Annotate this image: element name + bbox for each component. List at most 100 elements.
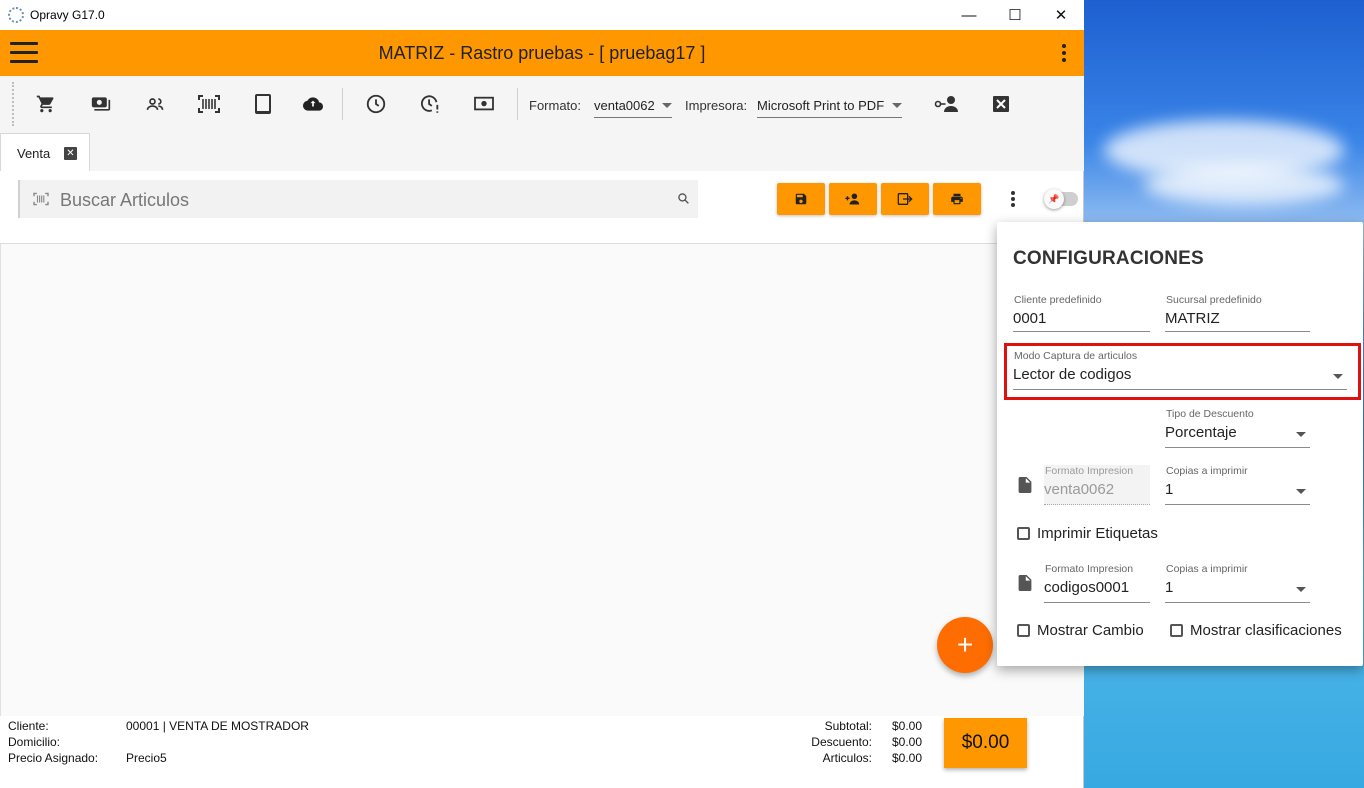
document-icon <box>1018 575 1032 591</box>
more-options-icon[interactable] <box>1011 191 1017 209</box>
mostrar-clasificaciones-checkbox[interactable]: Mostrar clasificaciones <box>1170 622 1342 639</box>
pin-toggle[interactable]: 📌 <box>1044 189 1078 209</box>
app-more-options-icon[interactable] <box>1062 44 1068 65</box>
impresora-label: Impresora: <box>685 98 748 113</box>
print-button[interactable] <box>933 183 981 215</box>
barcode-icon <box>32 192 50 211</box>
search-bar <box>18 180 698 218</box>
tab-label: Venta <box>17 146 51 161</box>
app-bar-title: MATRIZ - Rastro pruebas - [ pruebag17 ] <box>378 43 706 63</box>
checkbox-box <box>1017 624 1030 637</box>
exit-button[interactable] <box>881 183 929 215</box>
descuento-value: $0.00 <box>892 735 923 749</box>
payments-icon[interactable] <box>88 92 114 116</box>
descuento-label: Descuento: <box>811 735 872 749</box>
user-key-icon[interactable] <box>934 92 960 116</box>
formato-select[interactable]: venta0062 <box>594 96 672 118</box>
add-item-fab[interactable]: + <box>937 617 993 673</box>
field-value: MATRIZ <box>1165 310 1220 327</box>
field-label: Formato Impresion <box>1045 465 1134 477</box>
toolbar-separator <box>517 88 518 120</box>
print-icon <box>951 193 963 205</box>
money-icon[interactable] <box>471 92 497 116</box>
main-toolbar: Formato: venta0062 Impresora: Microsoft … <box>0 76 1084 133</box>
mostrar-cambio-checkbox[interactable]: Mostrar Cambio <box>1017 622 1144 639</box>
add-user-icon <box>845 193 860 205</box>
title-bar: Opravy G17.0 — ☐ ✕ <box>0 0 1084 30</box>
toolbar-separator <box>342 88 343 120</box>
total-button[interactable]: $0.00 <box>944 718 1027 768</box>
config-panel: CONFIGURACIONES Cliente predefinido 0001… <box>997 222 1363 666</box>
articulos-value: $0.00 <box>892 751 923 765</box>
imprimir-etiquetas-checkbox[interactable]: Imprimir Etiquetas <box>1017 525 1158 542</box>
checkbox-label: Mostrar Cambio <box>1037 622 1144 639</box>
exit-icon <box>897 193 913 205</box>
precio-value: Precio5 <box>126 751 167 765</box>
save-button[interactable] <box>777 183 825 215</box>
clock-icon[interactable] <box>363 92 389 116</box>
close-window-button[interactable]: ✕ <box>1038 0 1084 30</box>
highlight-box <box>1004 343 1361 400</box>
formato-impresion-field: Formato Impresion venta0062 <box>1044 465 1150 505</box>
tipo-descuento-select[interactable]: Tipo de Descuento Porcentaje <box>1165 408 1310 448</box>
impresora-select[interactable]: Microsoft Print to PDF <box>757 96 902 118</box>
copias-imprimir-select[interactable]: Copias a imprimir 1 <box>1165 465 1310 505</box>
shopping-cart-icon[interactable] <box>33 92 59 116</box>
pin-icon: 📌 <box>1044 189 1064 209</box>
close-tab-icon[interactable]: ✕ <box>64 147 77 160</box>
document-icon <box>1018 477 1032 493</box>
minimize-button[interactable]: — <box>946 0 992 30</box>
field-value: 1 <box>1165 481 1174 498</box>
cliente-value: 00001 | VENTA DE MOSTRADOR <box>126 719 309 733</box>
field-value: 1 <box>1165 579 1174 596</box>
sale-footer: Cliente: 00001 | VENTA DE MOSTRADOR Domi… <box>0 716 1034 788</box>
field-label: Sucursal predefinido <box>1166 294 1262 306</box>
maximize-button[interactable]: ☐ <box>992 0 1038 30</box>
items-list-area <box>0 244 1084 716</box>
chevron-down-icon <box>1296 432 1306 437</box>
chevron-down-icon <box>1296 489 1306 494</box>
formato-select-value: venta0062 <box>594 98 655 113</box>
people-icon[interactable] <box>142 92 168 116</box>
field-label: Cliente predefinido <box>1014 294 1102 306</box>
field-label: Copias a imprimir <box>1166 465 1248 477</box>
subtotal-label: Subtotal: <box>824 719 872 733</box>
domicilio-label: Domicilio: <box>8 735 61 749</box>
checkbox-label: Mostrar clasificaciones <box>1190 622 1342 639</box>
field-label: Tipo de Descuento <box>1166 408 1254 420</box>
checkbox-box <box>1017 527 1030 540</box>
formato-label: Formato: <box>529 98 582 113</box>
chevron-down-icon <box>892 103 902 108</box>
sucursal-predefinido-field[interactable]: Sucursal predefinido MATRIZ <box>1165 294 1310 332</box>
cliente-label: Cliente: <box>8 719 49 733</box>
app-window: Opravy G17.0 — ☐ ✕ MATRIZ - Rastro prueb… <box>0 0 1084 788</box>
impresora-select-value: Microsoft Print to PDF <box>757 98 885 113</box>
search-input[interactable] <box>60 188 660 212</box>
toolbar-grip[interactable] <box>12 82 14 126</box>
cliente-predefinido-field[interactable]: Cliente predefinido 0001 <box>1013 294 1150 332</box>
tablet-icon[interactable] <box>250 92 276 116</box>
field-label: Formato Impresion <box>1045 563 1134 575</box>
subtotal-value: $0.00 <box>892 719 923 733</box>
formato-etiquetas-field[interactable]: Formato Impresion codigos0001 <box>1044 563 1150 603</box>
barcode-scan-icon[interactable] <box>196 92 222 116</box>
tab-bar: Venta ✕ <box>0 133 1084 171</box>
tab-venta[interactable]: Venta ✕ <box>0 133 90 171</box>
articulos-label: Articulos: <box>822 751 872 765</box>
field-label: Copias a imprimir <box>1166 563 1248 575</box>
wallpaper-cloud <box>1144 165 1344 205</box>
cloud-sync-icon[interactable] <box>300 92 326 116</box>
checkbox-box <box>1170 624 1183 637</box>
assign-client-button[interactable] <box>829 183 877 215</box>
field-value: venta0062 <box>1044 481 1115 498</box>
search-icon[interactable] <box>677 192 690 210</box>
close-box-icon[interactable] <box>988 92 1014 116</box>
chevron-down-icon <box>1296 587 1306 592</box>
clock-alert-icon[interactable] <box>417 92 443 116</box>
copias-etiquetas-select[interactable]: Copias a imprimir 1 <box>1165 563 1310 603</box>
precio-label: Precio Asignado: <box>8 751 99 765</box>
window-title: Opravy G17.0 <box>30 8 105 22</box>
checkbox-label: Imprimir Etiquetas <box>1037 525 1158 542</box>
config-title: CONFIGURACIONES <box>1013 248 1204 269</box>
app-bar: MATRIZ - Rastro pruebas - [ pruebag17 ] <box>0 30 1084 76</box>
